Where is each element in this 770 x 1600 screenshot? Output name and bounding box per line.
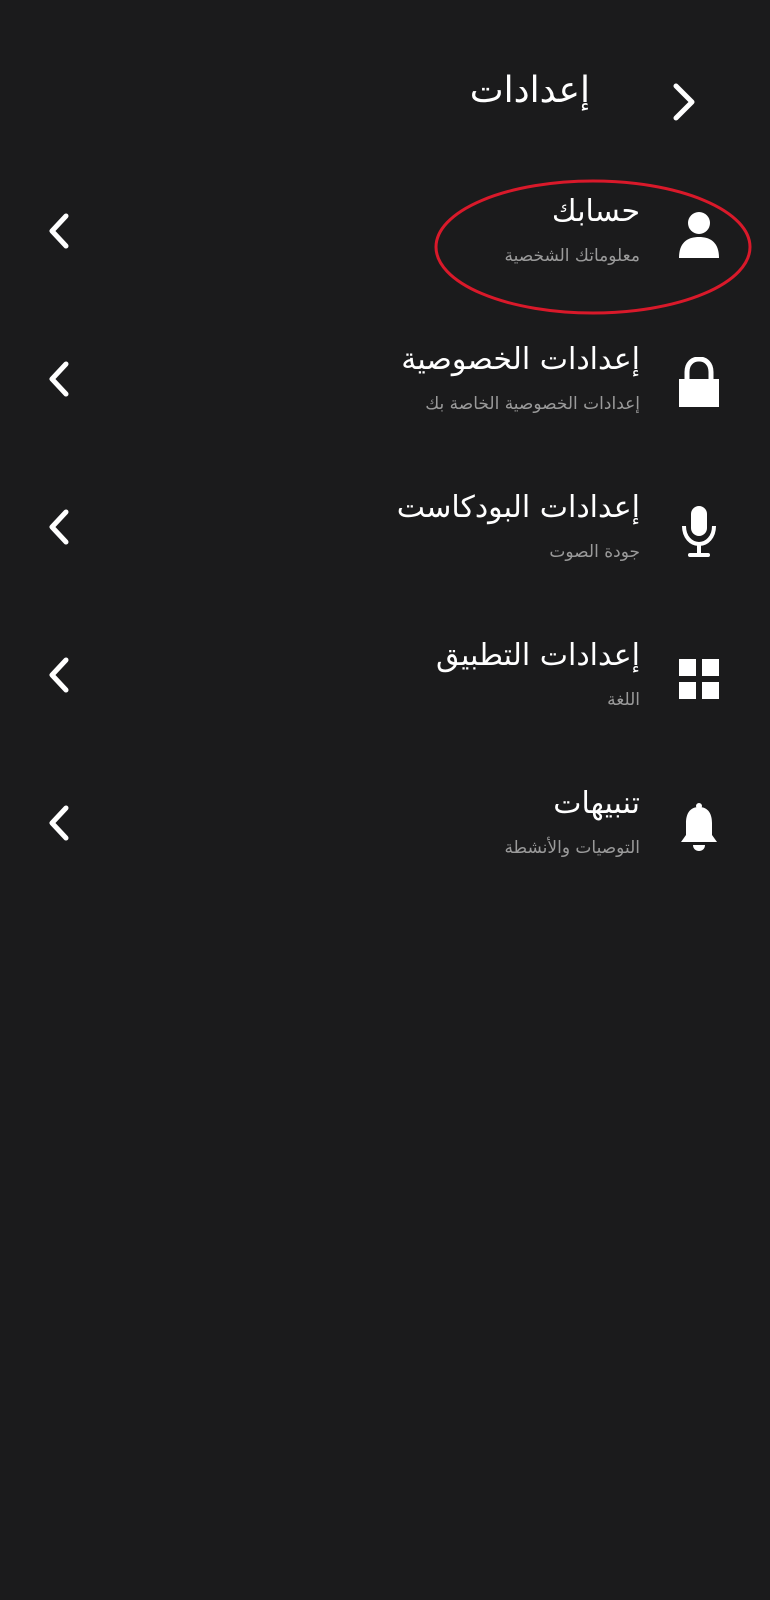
settings-item-title: إعدادات الخصوصية [401,342,640,377]
settings-item-subtitle: جودة الصوت [549,542,640,562]
settings-item-podcast[interactable]: إعدادات البودكاست جودة الصوت [0,466,770,614]
settings-item-text: تنبيهات التوصيات والأنشطة [120,782,640,862]
bell-icon [668,796,730,858]
chevron-left-icon [34,354,84,404]
settings-item-subtitle: إعدادات الخصوصية الخاصة بك [425,394,640,414]
settings-item-text: حسابك معلوماتك الشخصية [120,190,641,270]
settings-screen: إعدادات حسابك معلوماتك الشخصية إعدادات ا… [0,0,770,1600]
chevron-left-icon [34,650,84,700]
settings-item-notifications[interactable]: تنبيهات التوصيات والأنشطة [0,762,770,910]
settings-item-text: إعدادات الخصوصية إعدادات الخصوصية الخاصة… [120,338,640,418]
settings-item-subtitle: اللغة [607,690,640,710]
lock-icon [668,352,730,414]
settings-item-text: إعدادات البودكاست جودة الصوت [120,486,640,566]
settings-item-title: إعدادات البودكاست [396,490,640,525]
settings-item-subtitle: معلوماتك الشخصية [504,246,641,266]
settings-item-privacy[interactable]: إعدادات الخصوصية إعدادات الخصوصية الخاصة… [0,318,770,466]
header: إعدادات [0,58,770,138]
settings-list: حسابك معلوماتك الشخصية إعدادات الخصوصية … [0,170,770,910]
settings-item-account[interactable]: حسابك معلوماتك الشخصية [0,170,770,318]
grid-icon [668,648,730,710]
settings-item-text: إعدادات التطبيق اللغة [120,634,640,714]
page-title: إعدادات [469,70,590,111]
settings-item-subtitle: التوصيات والأنشطة [504,838,640,858]
settings-item-title: حسابك [551,194,640,229]
settings-item-title: إعدادات التطبيق [435,638,640,673]
back-button[interactable] [654,72,714,132]
settings-item-title: تنبيهات [553,786,640,821]
settings-item-app[interactable]: إعدادات التطبيق اللغة [0,614,770,762]
chevron-left-icon [34,502,84,552]
chevron-left-icon [34,206,84,256]
microphone-icon [668,500,730,562]
person-icon [668,204,730,266]
chevron-left-icon [34,798,84,848]
chevron-right-icon [673,83,695,121]
